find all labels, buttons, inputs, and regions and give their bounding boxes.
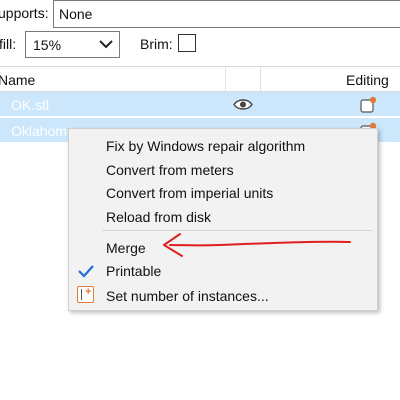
context-menu: Fix by Windows repair algorithm Convert … bbox=[68, 128, 378, 311]
object-name: Oklahom bbox=[11, 123, 68, 139]
menu-item-fix-windows-repair[interactable]: Fix by Windows repair algorithm bbox=[106, 138, 305, 154]
supports-select[interactable]: None bbox=[53, 0, 400, 28]
editing-icon[interactable] bbox=[359, 96, 377, 114]
infill-value: 15% bbox=[33, 37, 62, 53]
eye-icon[interactable] bbox=[233, 98, 253, 111]
menu-item-convert-imperial[interactable]: Convert from imperial units bbox=[106, 185, 273, 201]
red-arrow-annotation bbox=[163, 233, 351, 257]
menu-item-convert-meters[interactable]: Convert from meters bbox=[106, 162, 234, 178]
column-name[interactable]: Name bbox=[0, 72, 35, 88]
menu-item-reload-from-disk[interactable]: Reload from disk bbox=[106, 209, 211, 225]
object-list-header: Name Editing bbox=[0, 66, 400, 92]
brim-checkbox[interactable] bbox=[178, 34, 196, 52]
menu-item-merge[interactable]: Merge bbox=[106, 240, 146, 256]
infill-select[interactable]: 15% bbox=[25, 31, 120, 58]
checkmark-icon bbox=[78, 265, 94, 278]
menu-item-printable[interactable]: Printable bbox=[106, 263, 161, 279]
instances-icon: + bbox=[77, 286, 94, 303]
menu-item-set-instances[interactable]: Set number of instances... bbox=[106, 288, 269, 304]
column-divider bbox=[260, 67, 261, 91]
chevron-down-icon[interactable] bbox=[99, 38, 113, 50]
column-divider bbox=[225, 67, 226, 91]
supports-value: None bbox=[59, 6, 93, 22]
infill-label: fill: bbox=[0, 36, 17, 52]
column-editing[interactable]: Editing bbox=[346, 72, 389, 88]
brim-label: Brim: bbox=[140, 36, 173, 52]
object-row[interactable]: OK.stl bbox=[0, 92, 400, 116]
supports-label: upports: bbox=[0, 5, 49, 21]
object-name: OK.stl bbox=[11, 97, 50, 113]
